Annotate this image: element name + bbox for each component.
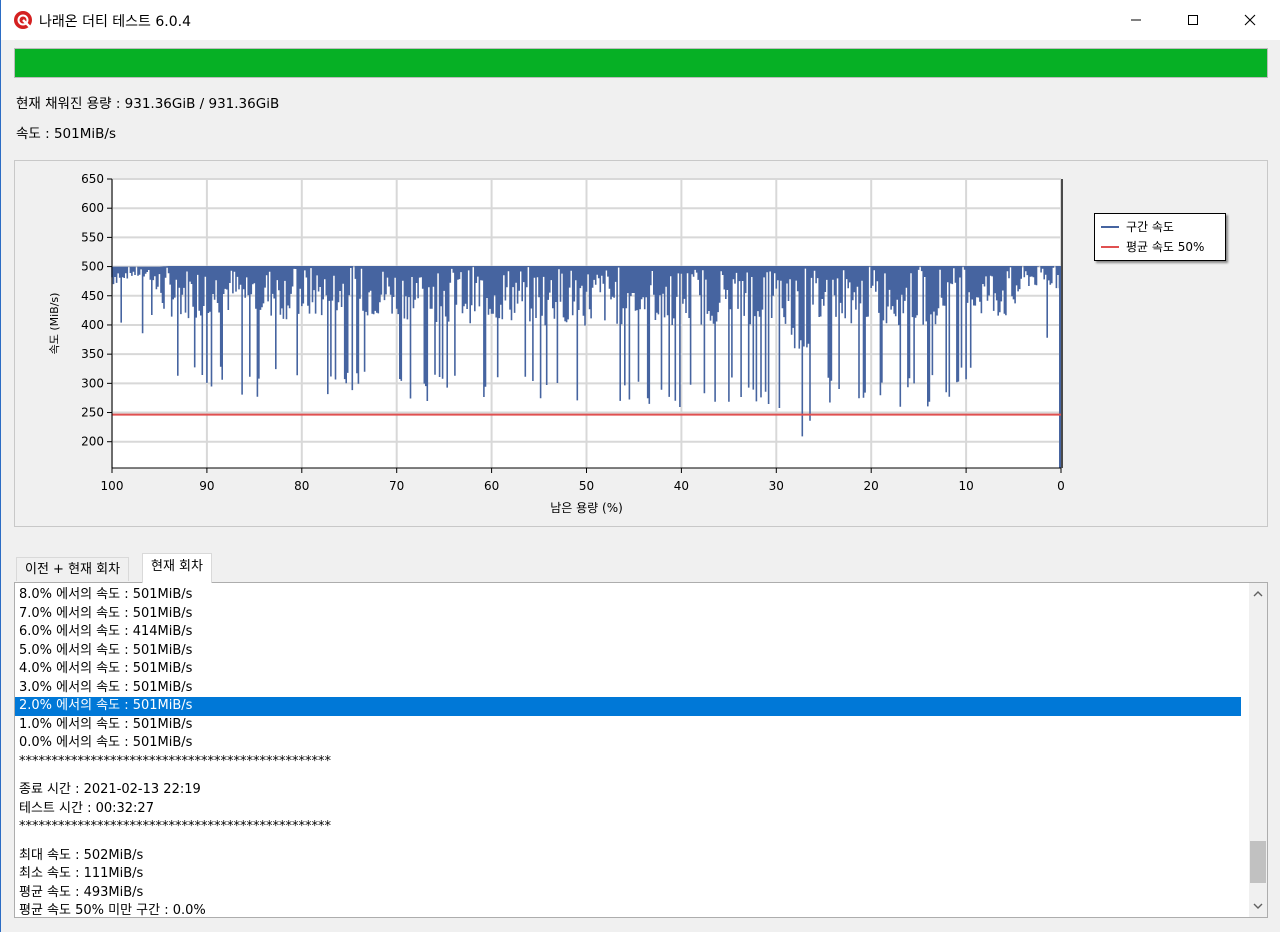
x-tick-label: 100: [101, 479, 124, 493]
log-line[interactable]: 테스트 시간 : 00:32:27: [15, 800, 1241, 819]
progress-fill: [15, 49, 1267, 77]
x-tick-label: 0: [1057, 479, 1065, 493]
y-tick-label: 350: [81, 347, 104, 361]
speed-chart: 200250300350400450500550600650100 90 80 70 6…: [48, 172, 1065, 515]
title-bar[interactable]: 나래온 더티 테스트 6.0.4: [1, 0, 1280, 40]
speed-chart-panel: 200 250 300 350 400 450 500 550 600 650 100 90 80 70 6…: [14, 160, 1268, 527]
log-line[interactable]: 최대 속도 : 502MiB/s: [15, 847, 1241, 866]
minimize-button[interactable]: [1107, 0, 1165, 40]
log-line[interactable]: 6.0% 에서의 속도 : 414MiB/s: [15, 623, 1241, 642]
log-line[interactable]: 1.0% 에서의 속도 : 501MiB/s: [15, 716, 1241, 735]
app-logo-icon: [14, 11, 32, 29]
legend-swatch-interval: [1101, 225, 1119, 228]
x-tick-label: 90: [199, 479, 214, 493]
x-tick-label: 60: [484, 479, 499, 493]
scroll-down-button[interactable]: [1249, 897, 1267, 915]
y-tick-label: 600: [81, 201, 104, 215]
log-line[interactable]: [15, 837, 1241, 847]
y-tick-label: 550: [81, 230, 104, 244]
filled-capacity-label: 현재 채워진 용량 : 931.36GiB / 931.36GiB: [16, 96, 280, 112]
close-button[interactable]: [1221, 0, 1279, 40]
log-line[interactable]: 종료 시간 : 2021-02-13 22:19: [15, 781, 1241, 800]
x-tick-label: 30: [769, 479, 784, 493]
log-listbox[interactable]: 8.0% 에서의 속도 : 501MiB/s 7.0% 에서의 속도 : 501M…: [14, 582, 1268, 918]
x-axis-title: 남은 용량 (%): [550, 501, 623, 515]
log-lines: 8.0% 에서의 속도 : 501MiB/s 7.0% 에서의 속도 : 501M…: [15, 586, 1241, 917]
log-line[interactable]: 최소 속도 : 111MiB/s: [15, 865, 1241, 884]
legend-label-interval: 구간 속도: [1126, 220, 1174, 234]
log-line[interactable]: ****************************************…: [15, 753, 1241, 772]
x-tick-label: 50: [579, 479, 594, 493]
legend-item-avg-speed: 평균 속도 50%: [1101, 238, 1204, 255]
log-line[interactable]: [15, 771, 1241, 781]
y-tick-label: 500: [81, 260, 104, 274]
x-tick-label: 20: [864, 479, 879, 493]
y-axis-title: 속도 (MiB/s): [48, 293, 61, 355]
scroll-up-button[interactable]: [1249, 585, 1267, 603]
close-icon: [1244, 14, 1256, 26]
y-tick-label: 400: [81, 318, 104, 332]
legend-swatch-avg: [1101, 245, 1119, 248]
x-tick-label: 70: [389, 479, 404, 493]
x-tick-label: 10: [958, 479, 973, 493]
y-tick-label: 450: [81, 289, 104, 303]
maximize-icon: [1188, 15, 1198, 25]
chevron-up-icon: [1253, 591, 1263, 597]
vertical-scrollbar[interactable]: [1249, 583, 1267, 917]
speed-label: 속도 : 501MiB/s: [16, 126, 116, 142]
log-line[interactable]: 7.0% 에서의 속도 : 501MiB/s: [15, 605, 1241, 624]
log-line[interactable]: 8.0% 에서의 속도 : 501MiB/s: [15, 586, 1241, 605]
plot-right-border: [1061, 179, 1063, 468]
log-line[interactable]: ****************************************…: [15, 818, 1241, 837]
maximize-button[interactable]: [1164, 0, 1222, 40]
y-tick-label: 650: [81, 172, 104, 186]
x-tick-label: 40: [674, 479, 689, 493]
log-line[interactable]: 5.0% 에서의 속도 : 501MiB/s: [15, 642, 1241, 661]
chevron-down-icon: [1253, 903, 1263, 909]
legend-label-avg: 평균 속도 50%: [1126, 240, 1205, 254]
log-line[interactable]: 4.0% 에서의 속도 : 501MiB/s: [15, 660, 1241, 679]
log-line[interactable]: 평균 속도 50% 미만 구간 : 0.0%: [15, 902, 1241, 917]
app-window: 나래온 더티 테스트 6.0.4 현재 채워진 용량 : 931.36GiB /…: [0, 0, 1280, 932]
y-tick-label: 200: [81, 435, 104, 449]
minimize-icon: [1131, 19, 1141, 21]
y-tick-label: 250: [81, 406, 104, 420]
tab-current-round[interactable]: 현재 회차: [142, 553, 212, 583]
fill-progress-bar: [14, 48, 1268, 78]
chart-legend: 구간 속도 평균 속도 50%: [1094, 213, 1226, 261]
log-line[interactable]: 2.0% 에서의 속도 : 501MiB/s: [15, 697, 1241, 716]
log-line[interactable]: 3.0% 에서의 속도 : 501MiB/s: [15, 679, 1241, 698]
tab-all-rounds[interactable]: 이전 + 현재 회차: [16, 557, 130, 581]
legend-item-interval-speed: 구간 속도: [1101, 218, 1174, 235]
log-line[interactable]: 0.0% 에서의 속도 : 501MiB/s: [15, 734, 1241, 753]
scroll-thumb[interactable]: [1250, 840, 1266, 883]
log-line[interactable]: 평균 속도 : 493MiB/s: [15, 884, 1241, 903]
y-tick-label: 300: [81, 376, 104, 390]
x-tick-label: 80: [294, 479, 309, 493]
window-title: 나래온 더티 테스트 6.0.4: [39, 14, 192, 30]
